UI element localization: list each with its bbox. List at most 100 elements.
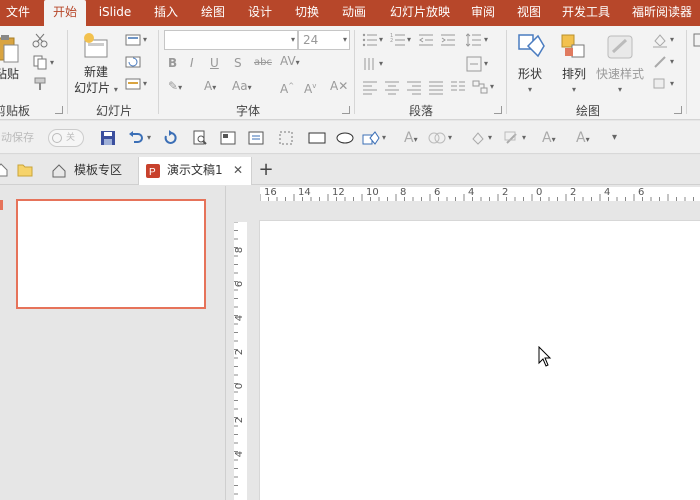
shapes-gallery-icon[interactable]: [362, 129, 380, 147]
italic-icon[interactable]: I: [190, 55, 194, 71]
menu-transitions[interactable]: 切换: [286, 0, 328, 26]
shadow-icon[interactable]: S: [234, 55, 242, 71]
menu-islide[interactable]: iSlide: [92, 0, 138, 26]
menu-developer[interactable]: 开发工具: [554, 0, 618, 26]
align-left-icon[interactable]: [362, 79, 378, 95]
menu-home[interactable]: 开始: [44, 0, 86, 26]
increase-indent-icon[interactable]: [440, 32, 456, 48]
align-text-dropdown-arrow[interactable]: ▾: [484, 59, 488, 68]
autosave-toggle[interactable]: 关: [48, 129, 84, 147]
copy-icon[interactable]: [32, 54, 48, 70]
new-slide-button[interactable]: 新建 幻灯片 ▾: [72, 32, 120, 98]
cut-icon[interactable]: [32, 32, 48, 48]
font-name-combobox[interactable]: ▾: [164, 30, 298, 50]
text-fill-icon[interactable]: A▾: [404, 129, 418, 147]
fill-bucket-icon[interactable]: [470, 129, 486, 147]
highlight-icon[interactable]: A▾: [576, 129, 590, 147]
clear-formatting-icon[interactable]: A✕: [330, 78, 348, 94]
arrange-button[interactable]: 排列 ▾: [554, 32, 594, 98]
slide-layout-icon[interactable]: [220, 129, 236, 147]
smartart-icon[interactable]: [472, 79, 488, 95]
copy-dropdown-arrow[interactable]: ▾: [50, 58, 54, 67]
text-direction-dropdown-arrow[interactable]: ▾: [379, 59, 383, 68]
shape-effects-icon[interactable]: [652, 76, 668, 92]
text-box-icon[interactable]: [248, 129, 264, 147]
align-text-icon[interactable]: [466, 56, 482, 72]
select-object-icon[interactable]: [278, 129, 294, 147]
strikethrough-icon[interactable]: abc: [254, 55, 272, 71]
menu-draw[interactable]: 绘图: [192, 0, 234, 26]
shapes-gallery-dropdown-arrow[interactable]: ▾: [382, 133, 386, 142]
numbering-dropdown-arrow[interactable]: ▾: [407, 35, 411, 44]
numbering-icon[interactable]: 12: [390, 32, 406, 48]
fill-dropdown-arrow[interactable]: ▾: [488, 133, 492, 142]
layout-icon[interactable]: [125, 32, 141, 48]
new-tab-button[interactable]: +: [256, 157, 276, 185]
font-launcher-icon[interactable]: [342, 106, 350, 114]
change-case-icon[interactable]: Aa▾: [232, 78, 252, 96]
menu-animations[interactable]: 动画: [333, 0, 375, 26]
menu-insert[interactable]: 插入: [145, 0, 187, 26]
align-right-icon[interactable]: [406, 79, 422, 95]
rectangle-icon[interactable]: [308, 129, 326, 147]
undo-icon[interactable]: [128, 129, 144, 147]
combine-dropdown-arrow[interactable]: ▾: [448, 133, 452, 142]
line-spacing-dropdown-arrow[interactable]: ▾: [484, 35, 488, 44]
menu-file[interactable]: 文件: [0, 0, 40, 26]
chevron-down-icon[interactable]: ▾: [291, 31, 295, 49]
shape-effects-dropdown-arrow[interactable]: ▾: [670, 79, 674, 88]
underline-icon[interactable]: U: [210, 55, 219, 71]
increase-font-icon[interactable]: A^: [280, 78, 294, 97]
shape-fill-dropdown-arrow[interactable]: ▾: [670, 35, 674, 44]
close-icon[interactable]: ✕: [233, 157, 243, 183]
shapes-button[interactable]: 形状 ▾: [510, 32, 550, 98]
drawing-launcher-icon[interactable]: [674, 106, 682, 114]
font-color-icon[interactable]: A▾: [204, 78, 216, 96]
text-direction-icon[interactable]: [362, 56, 378, 72]
paste-button[interactable]: 粘贴: [0, 34, 22, 82]
print-preview-icon[interactable]: [192, 129, 208, 147]
line-spacing-icon[interactable]: [466, 32, 482, 48]
editing-icon[interactable]: [692, 32, 700, 48]
section-icon[interactable]: [125, 76, 141, 92]
character-spacing-icon[interactable]: AV▾: [280, 53, 300, 71]
layout-dropdown-arrow[interactable]: ▾: [143, 35, 147, 44]
slide-thumbnail[interactable]: [16, 199, 206, 309]
decrease-font-icon[interactable]: Av: [304, 78, 316, 97]
menu-view[interactable]: 视图: [508, 0, 550, 26]
menu-slideshow[interactable]: 幻灯片放映: [380, 0, 460, 26]
font-size-combobox[interactable]: 24 ▾: [298, 30, 350, 50]
home-icon[interactable]: [0, 163, 8, 177]
paragraph-launcher-icon[interactable]: [494, 106, 502, 114]
slide-canvas[interactable]: [260, 221, 700, 500]
outline-dropdown-arrow[interactable]: ▾: [522, 133, 526, 142]
combine-shapes-icon[interactable]: [428, 129, 446, 147]
decrease-indent-icon[interactable]: [418, 32, 434, 48]
columns-icon[interactable]: [450, 79, 466, 95]
bullets-dropdown-arrow[interactable]: ▾: [379, 35, 383, 44]
shape-fill-icon[interactable]: [652, 32, 668, 48]
save-icon[interactable]: [100, 129, 116, 147]
tab-templates[interactable]: 模板专区: [44, 157, 134, 185]
quick-styles-button[interactable]: 快速样式 ▾: [596, 32, 644, 98]
tab-document[interactable]: P 演示文稿1 ✕: [138, 157, 252, 185]
redo-icon[interactable]: [162, 129, 178, 147]
menu-review[interactable]: 审阅: [462, 0, 504, 26]
shape-outline-dropdown-arrow[interactable]: ▾: [670, 57, 674, 66]
text-effects-icon[interactable]: ✎▾: [168, 78, 182, 96]
section-dropdown-arrow[interactable]: ▾: [143, 79, 147, 88]
reset-slide-icon[interactable]: [125, 54, 141, 70]
justify-icon[interactable]: [428, 79, 444, 95]
clipboard-launcher-icon[interactable]: [55, 106, 63, 114]
customize-qat-icon[interactable]: ▾: [612, 129, 617, 147]
font-color-icon[interactable]: A▾: [542, 129, 556, 147]
shape-outline-icon[interactable]: [652, 54, 668, 70]
oval-icon[interactable]: [336, 129, 354, 147]
smartart-dropdown-arrow[interactable]: ▾: [490, 82, 494, 91]
undo-dropdown-arrow[interactable]: ▾: [147, 133, 151, 142]
menu-design[interactable]: 设计: [239, 0, 281, 26]
outline-pen-icon[interactable]: [504, 129, 520, 147]
format-painter-icon[interactable]: [32, 76, 48, 92]
align-center-icon[interactable]: [384, 79, 400, 95]
menu-foxit[interactable]: 福昕阅读器: [622, 0, 700, 26]
